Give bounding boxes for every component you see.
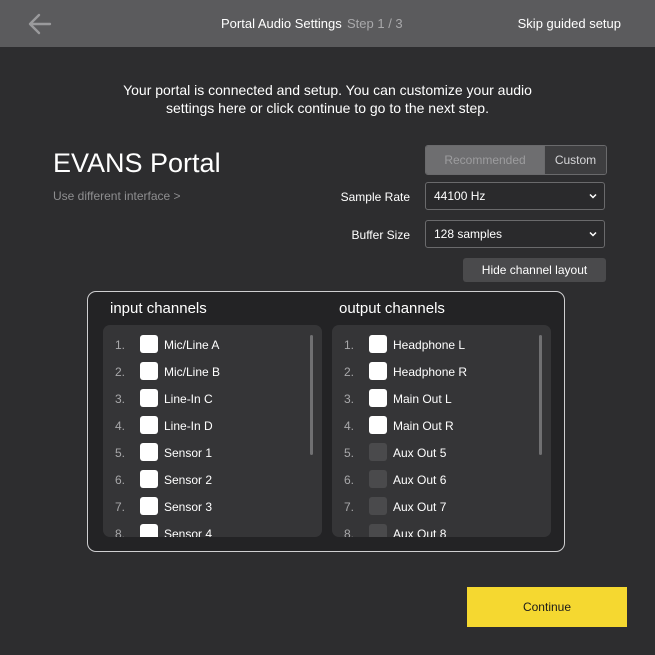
channel-checkbox[interactable] bbox=[140, 389, 158, 407]
channel-label: Mic/Line B bbox=[164, 365, 221, 379]
buffer-size-value: 128 samples bbox=[434, 227, 503, 241]
channel-checkbox[interactable] bbox=[140, 416, 158, 434]
step-indicator: Step 1 / 3 bbox=[347, 16, 403, 31]
channel-number: 6. bbox=[115, 473, 126, 487]
channel-label: Headphone L bbox=[393, 338, 466, 352]
channel-label: Main Out L bbox=[393, 392, 452, 406]
channel-label: Aux Out 6 bbox=[393, 473, 447, 487]
channel-label: Aux Out 5 bbox=[393, 446, 447, 460]
channel-row[interactable]: 4. Main Out R bbox=[332, 415, 532, 437]
channel-number: 3. bbox=[115, 392, 126, 406]
channel-number: 6. bbox=[344, 473, 355, 487]
channel-checkbox[interactable] bbox=[140, 524, 158, 537]
channel-number: 7. bbox=[115, 500, 126, 514]
channel-number: 4. bbox=[115, 419, 126, 433]
input-channel-list[interactable]: 1. Mic/Line A 2. Mic/Line B 3. Line-In C 4. Lin… bbox=[103, 325, 322, 537]
back-arrow-icon[interactable] bbox=[26, 10, 54, 38]
channel-label: Sensor 3 bbox=[164, 500, 213, 514]
channel-row[interactable]: 3. Main Out L bbox=[332, 388, 532, 410]
channel-label: Sensor 4 bbox=[164, 527, 213, 537]
chevron-down-icon bbox=[589, 231, 597, 237]
channel-label: Aux Out 7 bbox=[393, 500, 447, 514]
channel-checkbox[interactable] bbox=[369, 389, 387, 407]
channel-row[interactable]: 7. Sensor 3 bbox=[103, 496, 303, 518]
sample-rate-select[interactable]: 44100 Hz bbox=[425, 182, 605, 210]
channel-row[interactable]: 2. Mic/Line B bbox=[103, 361, 303, 383]
sample-rate-label: Sample Rate bbox=[340, 190, 410, 204]
header-title: Portal Audio Settings bbox=[221, 16, 342, 31]
channel-label: Mic/Line A bbox=[164, 338, 220, 352]
input-channels-title: input channels bbox=[110, 300, 207, 317]
channel-checkbox[interactable] bbox=[369, 416, 387, 434]
custom-mode-button[interactable]: Custom bbox=[544, 146, 606, 174]
channel-checkbox[interactable] bbox=[140, 470, 158, 488]
channel-row[interactable]: 6. Aux Out 6 bbox=[332, 469, 532, 491]
buffer-size-select[interactable]: 128 samples bbox=[425, 220, 605, 248]
channel-checkbox[interactable] bbox=[369, 443, 387, 461]
intro-text: Your portal is connected and setup. You … bbox=[0, 81, 655, 117]
sample-rate-value: 44100 Hz bbox=[434, 189, 486, 203]
channel-checkbox[interactable] bbox=[140, 497, 158, 515]
channel-number: 5. bbox=[344, 446, 355, 460]
channel-checkbox[interactable] bbox=[140, 335, 158, 353]
channel-checkbox[interactable] bbox=[140, 443, 158, 461]
channel-row[interactable]: 8. Aux Out 8 bbox=[332, 523, 532, 537]
channel-checkbox[interactable] bbox=[369, 362, 387, 380]
change-interface-link[interactable]: Use different interface > bbox=[53, 189, 181, 203]
continue-button[interactable]: Continue bbox=[467, 587, 627, 627]
channel-checkbox[interactable] bbox=[140, 362, 158, 380]
channel-label: Main Out R bbox=[393, 419, 454, 433]
buffer-size-label: Buffer Size bbox=[351, 228, 410, 242]
channel-number: 1. bbox=[115, 338, 126, 352]
channel-number: 5. bbox=[115, 446, 126, 460]
intro-line-1: Your portal is connected and setup. You … bbox=[123, 82, 532, 98]
channel-label: Headphone R bbox=[393, 365, 468, 379]
channel-checkbox[interactable] bbox=[369, 470, 387, 488]
output-channels-title: output channels bbox=[339, 300, 445, 317]
channel-row[interactable]: 2. Headphone R bbox=[332, 361, 532, 383]
channel-number: 2. bbox=[344, 365, 355, 379]
chevron-down-icon bbox=[589, 193, 597, 199]
device-name: EVANS Portal bbox=[53, 148, 221, 178]
channel-label: Sensor 2 bbox=[164, 473, 213, 487]
channel-label: Line-In C bbox=[164, 392, 213, 406]
recommended-mode-button[interactable]: Recommended bbox=[426, 146, 544, 174]
channel-row[interactable]: 8. Sensor 4 bbox=[103, 523, 303, 537]
channel-row[interactable]: 5. Sensor 1 bbox=[103, 442, 303, 464]
channel-number: 7. bbox=[344, 500, 355, 514]
channel-checkbox[interactable] bbox=[369, 335, 387, 353]
channel-number: 8. bbox=[115, 527, 126, 537]
channel-number: 3. bbox=[344, 392, 355, 406]
channel-checkbox[interactable] bbox=[369, 524, 387, 537]
output-list-scrollbar[interactable] bbox=[539, 335, 542, 455]
channel-label: Line-In D bbox=[164, 419, 213, 433]
hide-channel-layout-button[interactable]: Hide channel layout bbox=[463, 258, 606, 282]
channel-number: 4. bbox=[344, 419, 355, 433]
channel-number: 2. bbox=[115, 365, 126, 379]
intro-line-2: settings here or click continue to go to… bbox=[166, 100, 489, 116]
channel-row[interactable]: 5. Aux Out 5 bbox=[332, 442, 532, 464]
channel-row[interactable]: 7. Aux Out 7 bbox=[332, 496, 532, 518]
channel-row[interactable]: 1. Mic/Line A bbox=[103, 334, 303, 356]
channel-row[interactable]: 6. Sensor 2 bbox=[103, 469, 303, 491]
mode-toggle: Recommended Custom bbox=[425, 145, 607, 175]
channel-row[interactable]: 3. Line-In C bbox=[103, 388, 303, 410]
channel-number: 1. bbox=[344, 338, 355, 352]
skip-setup-link[interactable]: Skip guided setup bbox=[518, 16, 621, 31]
input-list-scrollbar[interactable] bbox=[310, 335, 313, 455]
top-bar: Portal Audio Settings Step 1 / 3 Skip gu… bbox=[0, 0, 655, 47]
channel-row[interactable]: 1. Headphone L bbox=[332, 334, 532, 356]
channel-label: Aux Out 8 bbox=[393, 527, 447, 537]
channel-number: 8. bbox=[344, 527, 355, 537]
channel-checkbox[interactable] bbox=[369, 497, 387, 515]
channel-row[interactable]: 4. Line-In D bbox=[103, 415, 303, 437]
output-channel-list[interactable]: 1. Headphone L 2. Headphone R 3. Main Out L 4.… bbox=[332, 325, 551, 537]
channel-label: Sensor 1 bbox=[164, 446, 213, 460]
